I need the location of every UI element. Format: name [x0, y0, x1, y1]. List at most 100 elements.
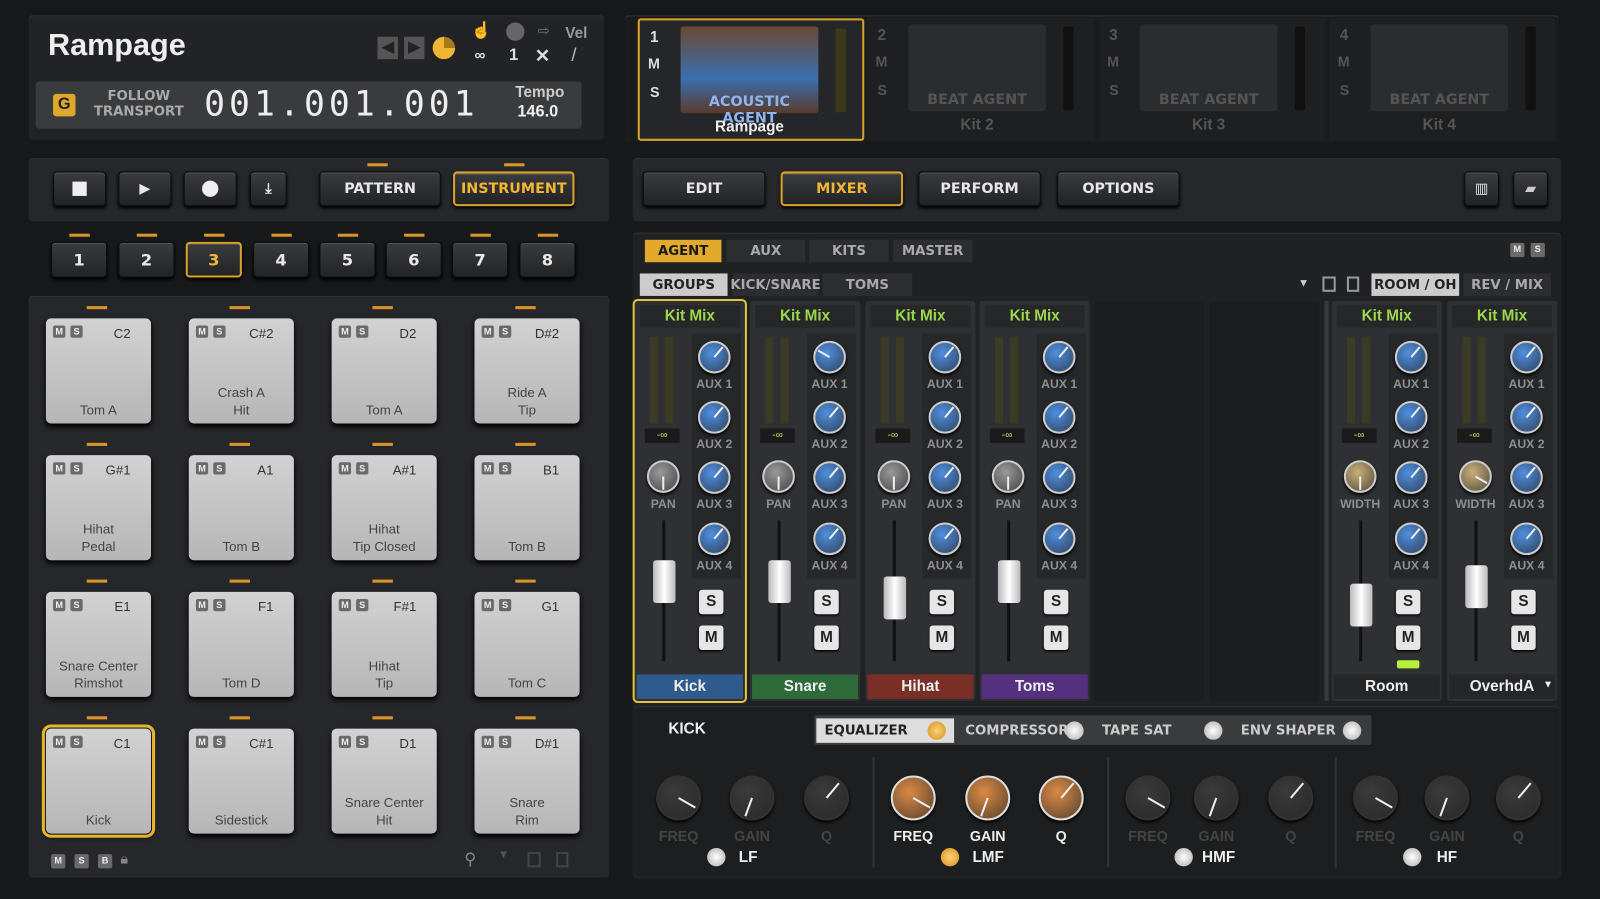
group-tab[interactable]: GROUPS	[639, 273, 728, 296]
aux-1-knob[interactable]	[813, 340, 846, 374]
aux-4-knob[interactable]	[697, 522, 731, 556]
aux-3-knob[interactable]	[813, 461, 846, 494]
kit-solo-button[interactable]: S	[1109, 82, 1119, 98]
eq-lf-gain-knob[interactable]	[729, 775, 775, 821]
kit-slot-4[interactable]: 4 M S BEAT AGENT Kit 4	[1329, 18, 1557, 141]
kit-mute-button[interactable]: M	[876, 53, 888, 69]
aux-2-knob[interactable]	[813, 401, 846, 434]
eq-lmf-q-knob[interactable]	[1038, 775, 1084, 821]
pad-solo-button[interactable]: S	[498, 462, 512, 475]
dropdown-icon[interactable]: ▼	[498, 849, 509, 861]
drum-pad[interactable]: M S F#1 Hihat Tip	[331, 591, 437, 697]
bank-button-5[interactable]: 5	[319, 241, 376, 278]
bank-button-1[interactable]: 1	[51, 241, 108, 278]
trash-icon[interactable]	[556, 852, 569, 868]
aux-4-knob[interactable]	[813, 522, 846, 556]
eq-band-toggle[interactable]	[940, 847, 960, 867]
play-button[interactable]: ▶	[118, 171, 172, 207]
bank-button-2[interactable]: 2	[118, 241, 175, 278]
output-select[interactable]: Kit Mix	[984, 305, 1085, 328]
timer-icon[interactable]	[432, 36, 456, 60]
volume-fader[interactable]	[1349, 583, 1373, 627]
open-folder-button[interactable]: ▰	[1513, 171, 1548, 207]
eq-lmf-gain-knob[interactable]	[965, 775, 1011, 821]
eq-band-toggle[interactable]	[1403, 847, 1422, 867]
keyboard-button[interactable]: ▥	[1464, 171, 1499, 207]
group-tab[interactable]: TOMS	[822, 273, 913, 296]
aux-2-knob[interactable]	[1042, 401, 1076, 434]
kit-slot-3[interactable]: 3 M S BEAT AGENT Kit 3	[1098, 18, 1326, 141]
fx-enable-led[interactable]	[1065, 721, 1084, 740]
pad-solo-button[interactable]: S	[356, 462, 369, 475]
drum-pad[interactable]: M S D#2 Ride A Tip	[474, 318, 580, 424]
pad-solo-button[interactable]: S	[213, 462, 226, 475]
drum-pad[interactable]: M S D2 Tom A	[331, 318, 437, 424]
aux-2-knob[interactable]	[928, 401, 962, 434]
output-select[interactable]: Kit Mix	[639, 305, 740, 328]
drum-pad[interactable]: M S E1 Snare Center Rimshot	[45, 591, 152, 697]
pan-knob[interactable]	[991, 460, 1025, 493]
aux-3-knob[interactable]	[1042, 461, 1076, 494]
fx-tab-tape-sat[interactable]: TAPE SAT	[1094, 718, 1231, 742]
volume-fader[interactable]	[1465, 565, 1488, 609]
pad-solo-button[interactable]: S	[70, 735, 83, 748]
aux-3-knob[interactable]	[1510, 461, 1543, 494]
output-select[interactable]: Kit Mix	[1336, 305, 1437, 328]
solo-button[interactable]: S	[929, 589, 955, 615]
close-mode-button[interactable]: ✕	[535, 46, 550, 67]
export-midi-button[interactable]: ⤓	[249, 171, 287, 207]
pad-solo-button[interactable]: S	[70, 462, 83, 475]
stop-button[interactable]	[53, 171, 107, 207]
kit-solo-button[interactable]: S	[1340, 82, 1350, 98]
mute-button[interactable]: M	[1043, 625, 1069, 650]
aux-1-knob[interactable]	[1510, 340, 1543, 374]
aux-4-knob[interactable]	[1510, 522, 1543, 556]
drum-pad[interactable]: M S C#2 Crash A Hit	[188, 318, 294, 424]
velocity-curve-button[interactable]: /	[571, 45, 576, 66]
aux-3-knob[interactable]	[697, 461, 731, 494]
pan-knob[interactable]	[762, 460, 795, 493]
pad-mute-button[interactable]: M	[338, 462, 352, 475]
solo-all-button[interactable]: S	[74, 854, 89, 869]
drum-pad[interactable]: M S G1 Tom C	[474, 591, 580, 697]
nav-mixer[interactable]: MIXER	[780, 171, 904, 207]
pad-solo-button[interactable]: S	[213, 735, 226, 748]
loop-value[interactable]: ∞	[474, 47, 485, 64]
width-knob[interactable]	[1343, 460, 1377, 493]
bank-button-8[interactable]: 8	[519, 241, 576, 278]
pad-mute-button[interactable]: M	[338, 598, 352, 612]
save-preset-icon[interactable]	[1322, 276, 1336, 292]
mixer-tab-master[interactable]: MASTER	[892, 239, 973, 263]
drum-pad[interactable]: M S A1 Tom B	[188, 455, 294, 561]
pad-mute-button[interactable]: M	[53, 462, 66, 475]
kit-mute-button[interactable]: M	[648, 55, 660, 71]
aux-2-knob[interactable]	[1510, 401, 1543, 434]
eq-band-toggle[interactable]	[1174, 847, 1193, 867]
solo-button[interactable]: S	[814, 589, 839, 615]
pad-solo-button[interactable]: S	[70, 325, 83, 338]
pad-mute-button[interactable]: M	[481, 325, 494, 338]
drum-pad[interactable]: M S B1 Tom B	[474, 455, 580, 561]
solo-button[interactable]: S	[1395, 589, 1421, 615]
kit-solo-button[interactable]: S	[650, 84, 660, 100]
aux-3-knob[interactable]	[1394, 461, 1428, 494]
pad-solo-button[interactable]: S	[356, 325, 369, 338]
nav-perform[interactable]: PERFORM	[918, 171, 1041, 207]
fx-tab-env-shaper[interactable]: ENV SHAPER	[1233, 718, 1370, 742]
aux-4-knob[interactable]	[1042, 522, 1076, 556]
pattern-button[interactable]: PATTERN	[319, 171, 441, 207]
drum-pad[interactable]: M S F1 Tom D	[188, 591, 294, 697]
output-select[interactable]: Kit Mix	[755, 305, 856, 328]
drum-pad[interactable]: M S G#1 Hihat Pedal	[45, 455, 152, 561]
aux-3-knob[interactable]	[928, 461, 962, 494]
aux-2-knob[interactable]	[697, 401, 731, 434]
bypass-button[interactable]: B	[97, 854, 113, 869]
nav-edit[interactable]: EDIT	[642, 171, 766, 207]
pad-solo-button[interactable]: S	[356, 598, 369, 612]
eq-hmf-q-knob[interactable]	[1268, 775, 1314, 821]
eq-hf-gain-knob[interactable]	[1424, 775, 1470, 821]
kit-slot-2[interactable]: 2 M S BEAT AGENT Kit 2	[867, 18, 1094, 141]
fx-enable-led[interactable]	[927, 721, 946, 740]
pad-solo-button[interactable]: S	[213, 598, 226, 612]
volume-fader[interactable]	[768, 559, 791, 603]
